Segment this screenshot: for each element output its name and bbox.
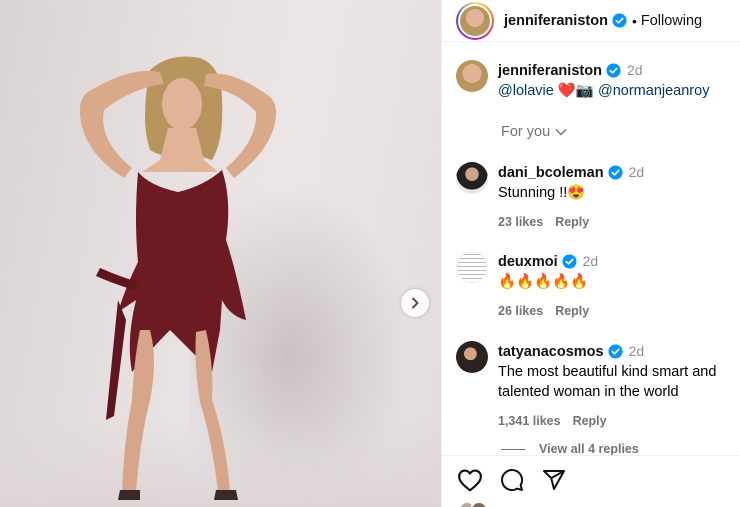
caption-emoji: ❤️📷 [557, 83, 594, 99]
avatar [470, 501, 488, 507]
post-media[interactable] [0, 0, 441, 507]
comment-username[interactable]: deuxmoi [498, 254, 558, 270]
comment-likes[interactable]: 26 likes [498, 304, 543, 318]
comment-icon[interactable] [499, 468, 525, 492]
post-header: jenniferaniston • Following [442, 0, 740, 42]
verified-badge-icon [608, 344, 623, 359]
comment-text: The most beautiful kind smart and talent… [498, 364, 717, 400]
comment-likes[interactable]: 1,341 likes [498, 414, 561, 428]
comment-username[interactable]: tatyanacosmos [498, 344, 604, 360]
verified-badge-icon [608, 165, 623, 180]
sort-label: For you [501, 124, 551, 140]
view-replies-button[interactable]: View all 4 replies [501, 443, 639, 455]
caption-time[interactable]: 2d [627, 62, 643, 78]
reply-button[interactable]: Reply [555, 304, 589, 318]
avatar[interactable] [456, 162, 488, 194]
reply-button[interactable]: Reply [555, 215, 589, 229]
avatar[interactable] [456, 60, 488, 92]
author-avatar-ring[interactable] [456, 1, 494, 40]
chevron-right-icon [412, 297, 419, 309]
comment-time[interactable]: 2d [629, 164, 645, 180]
mention-link[interactable]: @normanjeanroy [598, 83, 709, 99]
heart-icon[interactable] [457, 468, 483, 492]
comment-item: dani_bcoleman 2d Stunning !!😍 23 likes Rep… [456, 162, 736, 232]
mention-link[interactable]: @lolavie [498, 83, 554, 99]
comment-username[interactable]: dani_bcoleman [498, 165, 604, 181]
post-photo-figure [80, 56, 276, 500]
verified-badge-icon [612, 13, 627, 28]
verified-badge-icon [562, 254, 577, 269]
comment-sort-dropdown[interactable]: For you [501, 124, 568, 140]
post-caption: jenniferaniston 2d @lolavie ❤️📷 @normanje… [456, 60, 736, 101]
avatar [460, 5, 490, 36]
liked-by-avatars[interactable] [458, 501, 488, 507]
comment-time[interactable]: 2d [629, 343, 645, 359]
separator-dot: • [631, 12, 637, 29]
view-replies-label: View all 4 replies [539, 443, 639, 455]
post-action-bar [442, 455, 740, 507]
replies-divider [501, 448, 525, 450]
author-username[interactable]: jenniferaniston [504, 13, 608, 29]
avatar[interactable] [456, 251, 488, 283]
comment-time[interactable]: 2d [583, 253, 599, 269]
send-icon[interactable] [541, 468, 567, 492]
verified-badge-icon [606, 63, 621, 78]
chevron-down-icon [555, 129, 567, 136]
next-image-button[interactable] [401, 289, 429, 317]
comment-item: tatyanacosmos 2d The most beautiful kind … [456, 341, 736, 431]
comment-likes[interactable]: 23 likes [498, 215, 543, 229]
following-button[interactable]: Following [641, 13, 702, 29]
avatar[interactable] [456, 341, 488, 373]
post-side-panel: jenniferaniston • Following jenniferanis… [441, 0, 740, 507]
reply-button[interactable]: Reply [573, 414, 607, 428]
comment-text: Stunning !!😍 [498, 185, 586, 201]
comment-text: 🔥🔥🔥🔥🔥 [498, 274, 589, 290]
comment-item: deuxmoi 2d 🔥🔥🔥🔥🔥 26 likes Reply [456, 251, 736, 321]
caption-author[interactable]: jenniferaniston [498, 63, 602, 79]
